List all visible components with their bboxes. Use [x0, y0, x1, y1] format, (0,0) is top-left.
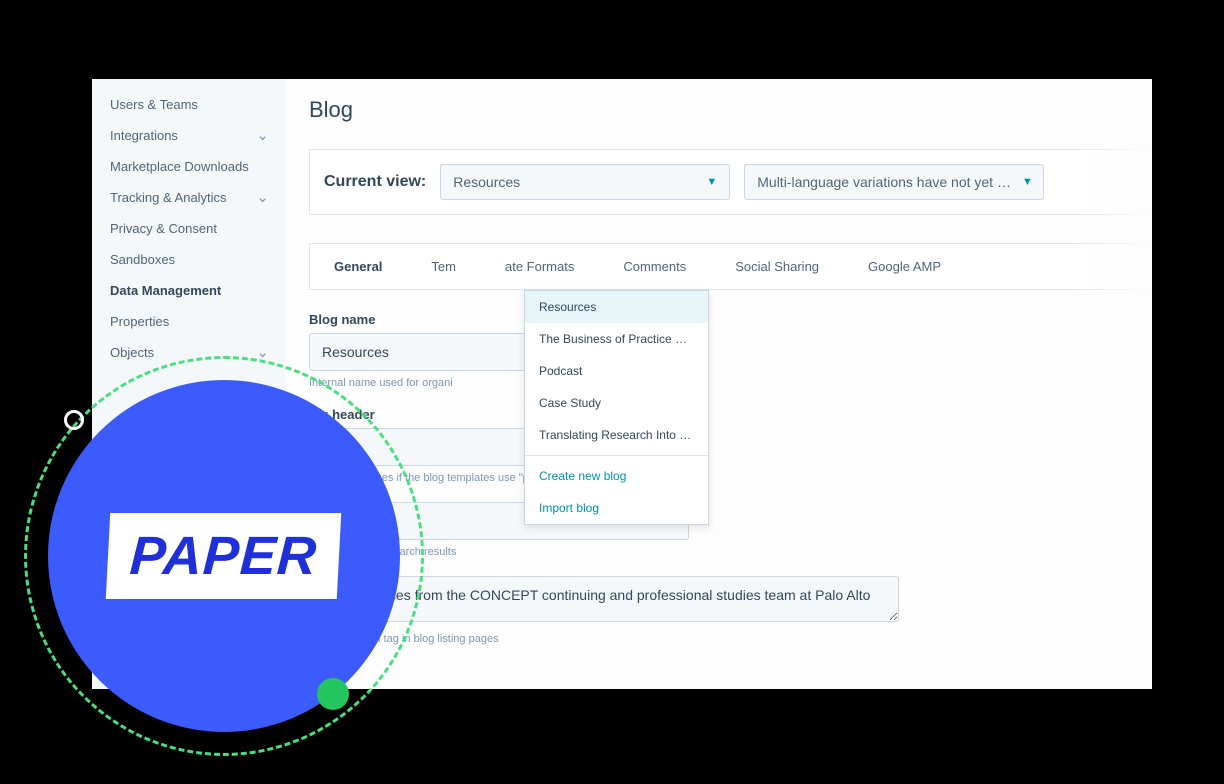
sidebar-item-label: Objects — [110, 345, 154, 360]
language-selector-value: Multi-language variations have not yet b… — [757, 174, 1014, 190]
dropdown-action-create-blog[interactable]: Create new blog — [525, 460, 708, 492]
dropdown-option-resources[interactable]: Resources — [525, 291, 708, 323]
dropdown-option-business-of-practice[interactable]: The Business of Practice Blog — [525, 323, 708, 355]
caret-down-icon: ▼ — [706, 176, 717, 188]
app-window: Users & Teams Integrations ⌄ Marketplace… — [92, 79, 1152, 689]
dropdown-option-translating-research[interactable]: Translating Research Into Pract… — [525, 419, 708, 451]
sidebar-item-sandboxes[interactable]: Sandboxes — [110, 244, 285, 275]
blog-header-helper: top of blog pages if the blog templates … — [309, 472, 1152, 484]
blog-selector-dropdown: Resources The Business of Practice Blog … — [524, 290, 709, 525]
settings-sidebar: Users & Teams Integrations ⌄ Marketplace… — [92, 79, 285, 689]
small-ring-icon — [64, 410, 84, 430]
sidebar-item-label: Privacy & Consent — [110, 221, 217, 236]
tab-templates-partial[interactable]: Tem — [407, 244, 481, 289]
tab-social-sharing[interactable]: Social Sharing — [711, 244, 844, 289]
blog-name-label: Blog name — [309, 312, 1152, 327]
tab-general[interactable]: General — [310, 244, 407, 289]
sidebar-item-integrations[interactable]: Integrations ⌄ — [110, 120, 285, 151]
chevron-down-icon: ⌄ — [256, 345, 269, 360]
current-view-bar: Current view: Resources ▼ Multi-language… — [309, 149, 1152, 215]
chevron-down-icon: ⌄ — [256, 190, 269, 205]
main-content: Blog Current view: Resources ▼ Multi-lan… — [285, 79, 1152, 689]
sidebar-item-label: Marketplace Downloads — [110, 159, 249, 174]
blog-header-label: log header — [309, 407, 1152, 422]
sidebar-item-privacy-consent[interactable]: Privacy & Consent — [110, 213, 285, 244]
sidebar-item-label: Users & Teams — [110, 97, 198, 112]
tab-date-formats-partial[interactable]: ate Formats — [481, 244, 599, 289]
language-variation-selector[interactable]: Multi-language variations have not yet b… — [744, 164, 1044, 200]
page-title-helper: r title bar and in search results — [309, 546, 1152, 558]
sidebar-item-marketplace-downloads[interactable]: Marketplace Downloads — [110, 151, 285, 182]
settings-tabs: General Tem ate Formats Comments Social … — [309, 243, 1152, 290]
meta-description-input[interactable] — [309, 576, 899, 622]
caret-down-icon: ▼ — [1022, 176, 1031, 188]
sidebar-item-label: Tracking & Analytics — [110, 190, 227, 205]
sidebar-item-objects[interactable]: Objects ⌄ — [110, 337, 285, 368]
dropdown-option-podcast[interactable]: Podcast — [525, 355, 708, 387]
field-page-title: r title bar and in search results — [309, 502, 1152, 558]
meta-description-helper: eta description tag in blog listing page… — [309, 633, 1152, 645]
sidebar-heading-data-management: Data Management — [110, 275, 285, 306]
current-view-label: Current view: — [324, 173, 426, 191]
tab-comments[interactable]: Comments — [599, 244, 711, 289]
page-title: Blog — [309, 97, 1152, 123]
sidebar-item-tracking-analytics[interactable]: Tracking & Analytics ⌄ — [110, 182, 285, 213]
field-blog-name: Blog name Internal name used for organi — [309, 312, 1152, 389]
sidebar-item-label: Data Management — [110, 283, 221, 298]
blog-name-helper: Internal name used for organi — [309, 377, 1152, 389]
dropdown-option-case-study[interactable]: Case Study — [525, 387, 708, 419]
field-meta-description: eta description tag in blog listing page… — [309, 576, 1152, 645]
dropdown-action-import-blog[interactable]: Import blog — [525, 492, 708, 524]
tab-google-amp[interactable]: Google AMP — [844, 244, 966, 289]
sidebar-item-label: Properties — [110, 314, 169, 329]
sidebar-item-users-teams[interactable]: Users & Teams — [110, 89, 285, 120]
chevron-down-icon: ⌄ — [256, 128, 269, 143]
sidebar-item-label: Sandboxes — [110, 252, 175, 267]
field-blog-header: log header top of blog pages if the blog… — [309, 407, 1152, 484]
sidebar-item-properties[interactable]: Properties — [110, 306, 285, 337]
blog-selector[interactable]: Resources ▼ — [440, 164, 730, 200]
sidebar-item-label: Integrations — [110, 128, 178, 143]
blog-selector-value: Resources — [453, 174, 520, 190]
